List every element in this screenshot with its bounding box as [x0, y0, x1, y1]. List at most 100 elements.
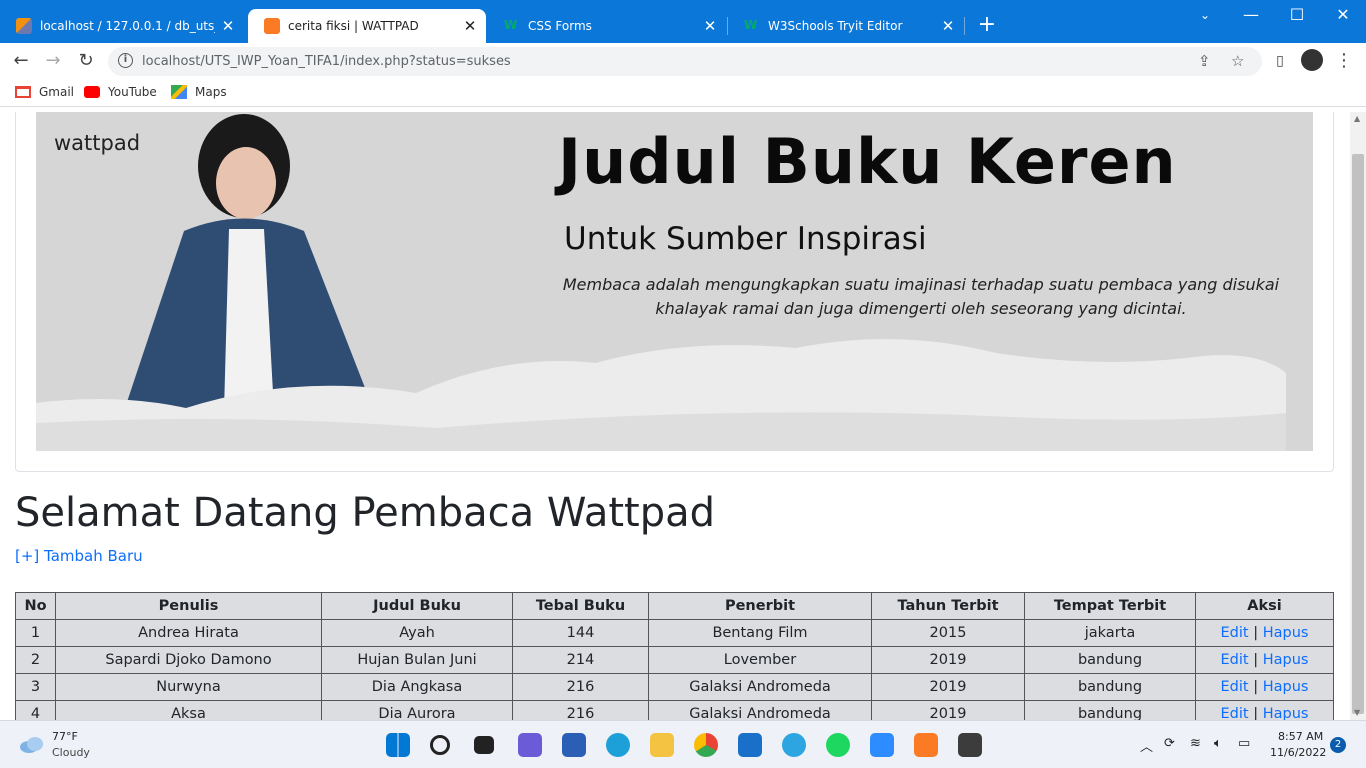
table-row: 2 Sapardi Djoko Damono Hujan Bulan Juni … [15, 646, 1334, 674]
scrollbar-thumb[interactable] [1352, 154, 1364, 714]
forward-button[interactable]: → [41, 49, 65, 73]
volume-icon[interactable]: 🔈︎ [1214, 736, 1222, 751]
tab-label: CSS Forms [528, 19, 592, 33]
column-header: Judul Buku [321, 592, 513, 620]
tab-search-icon[interactable]: ⌄ [1182, 4, 1228, 26]
telegram-icon[interactable] [782, 733, 806, 757]
close-tab-icon[interactable]: ✕ [220, 17, 236, 35]
search-icon[interactable] [430, 735, 450, 755]
scroll-down-arrow[interactable]: ▼ [1354, 708, 1360, 717]
delete-link[interactable]: Hapus [1263, 679, 1309, 695]
cell-penulis: Sapardi Djoko Damono [55, 646, 322, 674]
cell-judul: Dia Aurora [321, 700, 513, 720]
banner-subtitle: Untuk Sumber Inspirasi [564, 221, 927, 257]
clock-time[interactable]: 8:57 AM [1278, 730, 1323, 743]
zoom-icon[interactable] [870, 733, 894, 757]
page-scrollbar[interactable]: ▲ ▼ [1350, 112, 1366, 720]
close-window-button[interactable]: ✕ [1320, 4, 1366, 26]
w3schools-icon: W [744, 18, 758, 32]
new-tab-button[interactable]: + [976, 12, 998, 38]
url-text[interactable]: localhost/UTS_IWP_Yoan_TIFA1/index.php?s… [142, 54, 511, 69]
cell-tempat: bandung [1024, 646, 1196, 674]
delete-link[interactable]: Hapus [1263, 625, 1309, 641]
reload-button[interactable]: ↻ [74, 49, 98, 73]
cell-tahun: 2019 [871, 646, 1025, 674]
microsoft-store-icon[interactable] [562, 733, 586, 757]
cell-no: 1 [15, 619, 56, 647]
edit-link[interactable]: Edit [1221, 679, 1249, 695]
back-button[interactable]: ← [9, 49, 33, 73]
cell-penulis: Aksa [55, 700, 322, 720]
clock-date[interactable]: 11/6/2022 [1270, 746, 1326, 759]
delete-link[interactable]: Hapus [1263, 706, 1309, 720]
column-header: No [15, 592, 56, 620]
column-header: Tahun Terbit [871, 592, 1025, 620]
wifi-icon[interactable]: ≋ [1190, 736, 1201, 751]
side-panel-icon[interactable]: ▯ [1268, 49, 1292, 73]
bookmark-youtube[interactable]: YouTube [84, 85, 157, 99]
maximize-button[interactable]: ☐ [1274, 4, 1320, 26]
delete-link[interactable]: Hapus [1263, 652, 1309, 668]
bookmark-label: Gmail [39, 85, 75, 99]
youtube-icon [84, 86, 100, 98]
battery-icon[interactable]: ▭ [1238, 736, 1250, 751]
w3schools-icon: W [504, 18, 518, 32]
column-header: Aksi [1195, 592, 1334, 620]
bookmark-maps[interactable]: Maps [171, 85, 227, 99]
cell-tempat: bandung [1024, 673, 1196, 701]
weather-temperature[interactable]: 77°F [52, 730, 78, 743]
tab-wattpad[interactable]: cerita fiksi | WATTPAD ✕ [248, 9, 486, 43]
cell-penerbit: Bentang Film [648, 619, 872, 647]
tab-css-forms[interactable]: W CSS Forms ✕ [488, 9, 726, 43]
edge-icon[interactable] [606, 733, 630, 757]
site-info-icon[interactable]: i [118, 53, 133, 68]
bookmark-label: Maps [195, 85, 227, 99]
tab-phpmyadmin[interactable]: localhost / 127.0.0.1 / db_uts_iwp ✕ [0, 9, 244, 43]
bookmark-gmail[interactable]: Gmail [15, 85, 74, 99]
sublime-text-icon[interactable] [958, 733, 982, 757]
chevron-up-icon[interactable]: ︿ [1140, 736, 1153, 755]
mail-icon[interactable] [738, 733, 762, 757]
cell-aksi: Edit | Hapus [1195, 619, 1334, 647]
cell-penerbit: Lovember [648, 646, 872, 674]
file-explorer-icon[interactable] [650, 733, 674, 757]
cell-aksi: Edit | Hapus [1195, 673, 1334, 701]
edit-link[interactable]: Edit [1221, 706, 1249, 720]
menu-kebab-icon[interactable]: ⋮ [1332, 49, 1356, 73]
share-icon[interactable]: ⇪ [1198, 52, 1211, 70]
action-separator: | [1253, 652, 1259, 668]
bookmark-star-icon[interactable]: ☆ [1231, 52, 1244, 70]
cell-penerbit: Galaksi Andromeda [648, 673, 872, 701]
task-view-icon[interactable] [474, 736, 494, 754]
cell-no: 2 [15, 646, 56, 674]
books-table: No Penulis Judul Buku Tebal Buku Penerbi… [15, 592, 1334, 720]
close-tab-icon[interactable]: ✕ [702, 17, 718, 35]
tab-tryit-editor[interactable]: W W3Schools Tryit Editor ✕ [728, 9, 964, 43]
close-tab-icon[interactable]: ✕ [462, 17, 478, 35]
teams-chat-icon[interactable] [518, 733, 542, 757]
column-header: Penulis [55, 592, 322, 620]
column-header: Tempat Terbit [1024, 592, 1196, 620]
bookmark-label: YouTube [108, 85, 157, 99]
cell-tahun: 2015 [871, 619, 1025, 647]
edit-link[interactable]: Edit [1221, 625, 1249, 641]
address-bar[interactable]: i localhost/UTS_IWP_Yoan_TIFA1/index.php… [108, 47, 1262, 76]
minimize-button[interactable]: — [1228, 4, 1274, 26]
scroll-up-arrow[interactable]: ▲ [1354, 114, 1360, 123]
profile-avatar[interactable] [1300, 49, 1324, 73]
xampp-icon[interactable] [914, 733, 938, 757]
page-title: Selamat Datang Pembaca Wattpad [15, 490, 716, 536]
spotify-icon[interactable] [826, 733, 850, 757]
chrome-icon[interactable] [694, 733, 718, 757]
sync-icon[interactable]: ⟳ [1164, 736, 1175, 751]
cloud-weather-icon[interactable] [18, 735, 46, 755]
notification-badge[interactable]: 2 [1330, 737, 1346, 753]
add-new-link[interactable]: [+] Tambah Baru [15, 547, 143, 565]
column-header: Penerbit [648, 592, 872, 620]
cell-tempat: jakarta [1024, 619, 1196, 647]
close-tab-icon[interactable]: ✕ [940, 17, 956, 35]
weather-condition[interactable]: Cloudy [52, 746, 90, 759]
cell-tebal: 216 [512, 673, 649, 701]
edit-link[interactable]: Edit [1221, 652, 1249, 668]
windows-start-icon[interactable] [386, 733, 410, 757]
